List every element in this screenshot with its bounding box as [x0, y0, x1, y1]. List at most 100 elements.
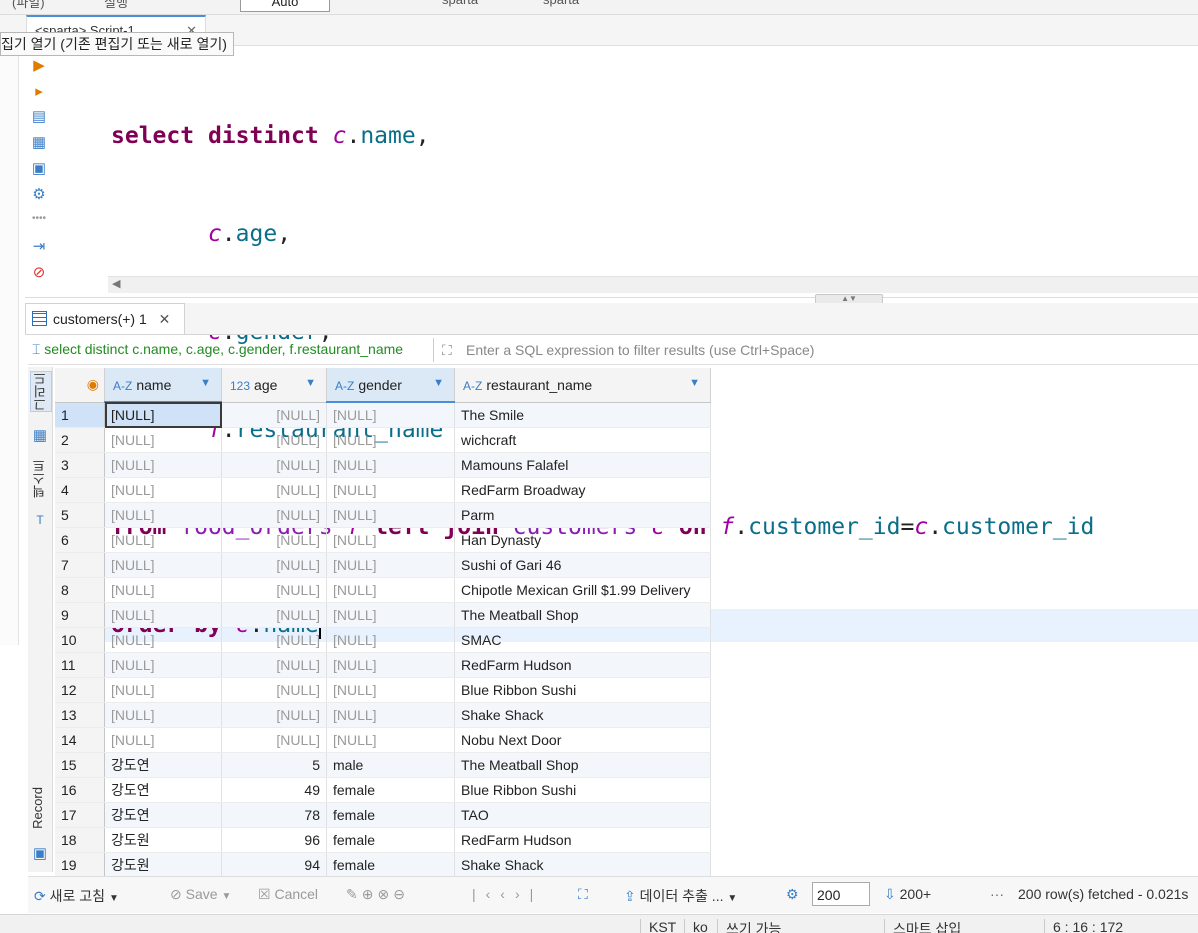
- column-header-gender[interactable]: A-Z gender ▼: [326, 368, 455, 403]
- row-number[interactable]: 4: [55, 477, 105, 503]
- row-number[interactable]: 10: [55, 627, 105, 653]
- close-icon[interactable]: ✕: [159, 311, 171, 327]
- cell-age[interactable]: [NULL]: [221, 702, 327, 728]
- cell-gender[interactable]: [NULL]: [326, 677, 455, 703]
- cancel-button[interactable]: ☒ Cancel: [258, 886, 318, 903]
- table-row[interactable]: 16 강도연 49 female Blue Ribbon Sushi: [55, 777, 711, 803]
- cell-age[interactable]: [NULL]: [221, 677, 327, 703]
- row-number[interactable]: 15: [55, 752, 105, 778]
- record-icon[interactable]: ▣: [31, 845, 49, 863]
- export-data-button[interactable]: ⇪ 데이터 추출 ... ▼: [624, 886, 737, 906]
- datasource-select[interactable]: sparta: [442, 0, 478, 7]
- cell-restaurant-name[interactable]: Chipotle Mexican Grill $1.99 Delivery: [454, 577, 711, 603]
- row-number[interactable]: 14: [55, 727, 105, 753]
- cell-age[interactable]: [NULL]: [221, 502, 327, 528]
- cell-gender[interactable]: [NULL]: [326, 477, 455, 503]
- cell-restaurant-name[interactable]: Shake Shack: [454, 702, 711, 728]
- cell-name[interactable]: [NULL]: [104, 552, 222, 578]
- tab-grid[interactable]: 그리드: [30, 371, 52, 412]
- filter-input[interactable]: ⛶ Enter a SQL expression to filter result…: [433, 338, 1198, 362]
- fetch-more-button[interactable]: ⇩ 200+: [884, 886, 931, 903]
- table-row[interactable]: 15 강도연 5 male The Meatball Shop: [55, 752, 711, 778]
- console-icon[interactable]: ▣: [30, 160, 48, 178]
- execute-new-tab-icon[interactable]: ▸: [30, 83, 48, 101]
- row-number[interactable]: 7: [55, 552, 105, 578]
- cell-age[interactable]: [NULL]: [221, 577, 327, 603]
- table-row[interactable]: 9 [NULL] [NULL] [NULL] The Meatball Shop: [55, 602, 711, 628]
- cell-name[interactable]: [NULL]: [104, 677, 222, 703]
- column-header-restaurant-name[interactable]: A-Z restaurant_name ▼: [454, 368, 711, 403]
- cell-name[interactable]: [NULL]: [104, 502, 222, 528]
- cell-restaurant-name[interactable]: RedFarm Broadway: [454, 477, 711, 503]
- cell-gender[interactable]: female: [326, 802, 455, 828]
- table-row[interactable]: 14 [NULL] [NULL] [NULL] Nobu Next Door: [55, 727, 711, 753]
- row-number[interactable]: 13: [55, 702, 105, 728]
- text-icon[interactable]: T: [31, 511, 49, 529]
- table-row[interactable]: 7 [NULL] [NULL] [NULL] Sushi of Gari 46: [55, 552, 711, 578]
- row-number[interactable]: 5: [55, 502, 105, 528]
- cell-restaurant-name[interactable]: The Smile: [454, 402, 711, 428]
- fit-icon[interactable]: ⛶: [578, 886, 588, 903]
- cell-age[interactable]: [NULL]: [221, 427, 327, 453]
- settings-icon[interactable]: ⚙: [786, 886, 799, 903]
- cell-gender[interactable]: [NULL]: [326, 652, 455, 678]
- explain-plan-icon[interactable]: ▦: [30, 134, 48, 152]
- cell-restaurant-name[interactable]: Han Dynasty: [454, 527, 711, 553]
- cell-name[interactable]: [NULL]: [104, 427, 222, 453]
- row-number[interactable]: 18: [55, 827, 105, 853]
- cell-name[interactable]: [NULL]: [104, 527, 222, 553]
- grid-icon[interactable]: ▦: [31, 427, 49, 445]
- execute-statement-icon[interactable]: ▶: [30, 57, 48, 75]
- cell-gender[interactable]: [NULL]: [326, 427, 455, 453]
- cell-name[interactable]: [NULL]: [104, 727, 222, 753]
- row-number[interactable]: 2: [55, 427, 105, 453]
- column-header-name[interactable]: A-Z name ▼: [104, 368, 222, 403]
- cell-gender[interactable]: female: [326, 777, 455, 803]
- navigation-icons[interactable]: |‹‹›|: [472, 886, 543, 902]
- cell-age[interactable]: [NULL]: [221, 602, 327, 628]
- cell-restaurant-name[interactable]: Mamouns Falafel: [454, 452, 711, 478]
- cell-restaurant-name[interactable]: Blue Ribbon Sushi: [454, 777, 711, 803]
- execute-script-icon[interactable]: ▤: [30, 108, 48, 126]
- results-grid[interactable]: ◉ A-Z name ▼ 123 age ▼ A-Z gender ▼ A-Z restaur…: [55, 368, 712, 878]
- cell-age[interactable]: 5: [221, 752, 327, 778]
- cell-gender[interactable]: [NULL]: [326, 502, 455, 528]
- cell-gender[interactable]: [NULL]: [326, 552, 455, 578]
- table-row[interactable]: 19 강도원 94 female Shake Shack: [55, 852, 711, 878]
- cell-name[interactable]: 강도연: [104, 802, 222, 828]
- error-log-icon[interactable]: ⊘: [30, 264, 48, 282]
- cell-name[interactable]: [NULL]: [104, 702, 222, 728]
- cell-name[interactable]: 강도연: [104, 777, 222, 803]
- cell-gender[interactable]: [NULL]: [326, 702, 455, 728]
- cell-age[interactable]: [NULL]: [221, 527, 327, 553]
- table-row[interactable]: 8 [NULL] [NULL] [NULL] Chipotle Mexican Gril…: [55, 577, 711, 603]
- row-number[interactable]: 11: [55, 652, 105, 678]
- cell-name[interactable]: [NULL]: [104, 452, 222, 478]
- table-row[interactable]: 11 [NULL] [NULL] [NULL] RedFarm Hudson: [55, 652, 711, 678]
- row-number[interactable]: 1: [55, 402, 105, 428]
- cell-gender[interactable]: [NULL]: [326, 602, 455, 628]
- cell-restaurant-name[interactable]: Parm: [454, 502, 711, 528]
- cell-restaurant-name[interactable]: Blue Ribbon Sushi: [454, 677, 711, 703]
- table-row[interactable]: 13 [NULL] [NULL] [NULL] Shake Shack: [55, 702, 711, 728]
- cell-age[interactable]: 49: [221, 777, 327, 803]
- schema-select[interactable]: sparta: [543, 0, 579, 7]
- row-number[interactable]: 16: [55, 777, 105, 803]
- row-number[interactable]: 9: [55, 602, 105, 628]
- cell-name[interactable]: [NULL]: [104, 602, 222, 628]
- cell-restaurant-name[interactable]: The Meatball Shop: [454, 752, 711, 778]
- cell-age[interactable]: 78: [221, 802, 327, 828]
- row-edit-icons[interactable]: ✎⊕⊗⊖: [346, 886, 409, 903]
- export-icon[interactable]: ⇥: [30, 238, 48, 256]
- cell-age[interactable]: [NULL]: [221, 552, 327, 578]
- cell-restaurant-name[interactable]: RedFarm Hudson: [454, 827, 711, 853]
- row-number[interactable]: 17: [55, 802, 105, 828]
- cell-restaurant-name[interactable]: Nobu Next Door: [454, 727, 711, 753]
- cell-name[interactable]: 강도연: [104, 752, 222, 778]
- cell-gender[interactable]: [NULL]: [326, 402, 455, 428]
- cell-age[interactable]: [NULL]: [221, 477, 327, 503]
- cell-age[interactable]: [NULL]: [221, 727, 327, 753]
- sort-icon[interactable]: ▼: [305, 377, 316, 389]
- table-row[interactable]: 4 [NULL] [NULL] [NULL] RedFarm Broadway: [55, 477, 711, 503]
- cell-name[interactable]: 강도원: [104, 827, 222, 853]
